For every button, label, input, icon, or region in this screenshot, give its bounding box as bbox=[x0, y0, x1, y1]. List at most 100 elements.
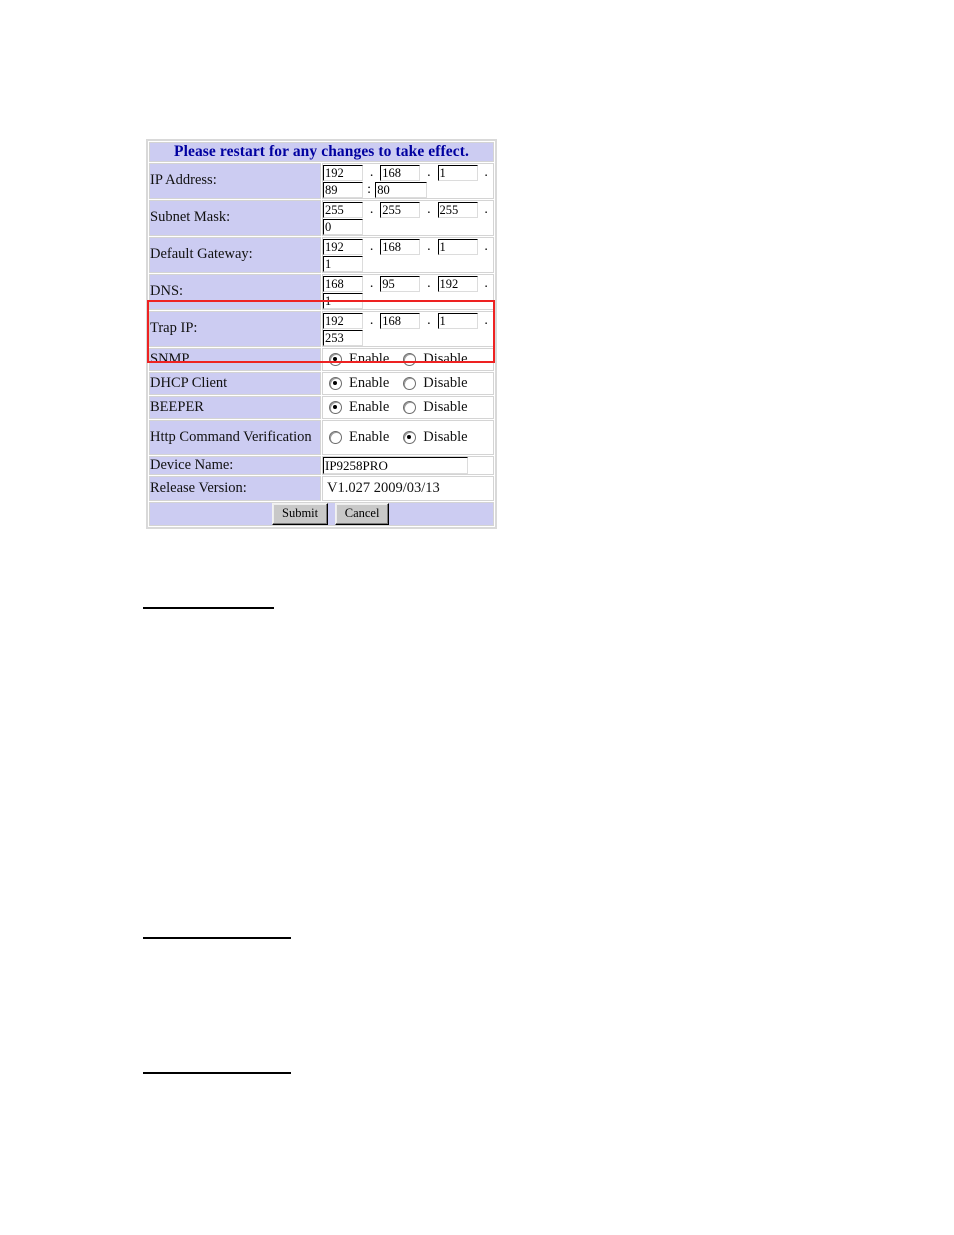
dhcp-client-enable-label: Enable bbox=[349, 375, 390, 391]
value-trap-ip: . . . bbox=[322, 311, 494, 347]
submit-button[interactable]: Submit bbox=[272, 503, 329, 526]
value-dhcp-client: Enable Disable bbox=[322, 372, 494, 395]
label-http-command-verification: Http Command Verification bbox=[149, 420, 321, 455]
default-gateway-octet-4[interactable] bbox=[323, 255, 363, 272]
label-dns: DNS: bbox=[149, 274, 321, 310]
dhcp-client-enable-radio-icon[interactable] bbox=[329, 377, 342, 390]
dhcp-client-enable-option[interactable]: Enable bbox=[329, 375, 389, 392]
value-device-name bbox=[322, 456, 494, 476]
trap-separator-2: . bbox=[427, 312, 431, 328]
gateway-separator-2: . bbox=[427, 238, 431, 254]
table-row-device-name: Device Name: bbox=[149, 456, 494, 476]
table-row-beeper: BEEPER Enable Disable bbox=[149, 396, 494, 419]
default-gateway-octet-2[interactable] bbox=[380, 238, 421, 255]
horizontal-rule-2 bbox=[143, 937, 291, 939]
beeper-disable-option[interactable]: Disable bbox=[403, 399, 468, 416]
dns-octet-2[interactable] bbox=[380, 275, 421, 292]
ip-address-octet-4[interactable] bbox=[323, 181, 363, 198]
subnet-mask-octet-2[interactable] bbox=[380, 201, 421, 218]
subnet-mask-octet-1[interactable] bbox=[323, 201, 363, 218]
table-row-trap-ip: Trap IP: . . . bbox=[149, 311, 494, 347]
value-snmp: Enable Disable bbox=[322, 348, 494, 371]
trap-ip-octet-2[interactable] bbox=[380, 312, 421, 329]
table-row-dns: DNS: . . . bbox=[149, 274, 494, 310]
beeper-disable-label: Disable bbox=[423, 399, 468, 415]
restart-notice-cell: Please restart for any changes to take e… bbox=[149, 142, 494, 162]
value-subnet-mask: . . . bbox=[322, 200, 494, 236]
action-buttons-wrapper: Submit Cancel bbox=[150, 503, 493, 526]
dns-octet-1[interactable] bbox=[323, 275, 363, 292]
ip-separator-2: . bbox=[427, 164, 431, 180]
ip-address-octet-1[interactable] bbox=[323, 164, 363, 181]
http-command-verification-enable-radio-icon[interactable] bbox=[329, 431, 342, 444]
cancel-button[interactable]: Cancel bbox=[334, 503, 390, 526]
table-row-release-version: Release Version: V1.027 2009/03/13 bbox=[149, 476, 494, 502]
default-gateway-octet-1[interactable] bbox=[323, 238, 363, 255]
subnet-separator-2: . bbox=[427, 201, 431, 217]
trap-ip-octet-1[interactable] bbox=[323, 312, 363, 329]
dns-separator-1: . bbox=[369, 275, 374, 291]
table-row-dhcp-client: DHCP Client Enable Disable bbox=[149, 372, 494, 395]
trap-ip-octet-3[interactable] bbox=[437, 312, 478, 329]
beeper-enable-label: Enable bbox=[349, 399, 390, 415]
snmp-disable-option[interactable]: Disable bbox=[403, 351, 468, 368]
table-row-http-command-verification: Http Command Verification Enable Disable bbox=[149, 420, 494, 455]
ip-address-port[interactable] bbox=[375, 181, 428, 198]
dhcp-client-radio-group: Enable Disable bbox=[323, 373, 493, 394]
snmp-enable-radio-icon[interactable] bbox=[329, 353, 342, 366]
label-release-version: Release Version: bbox=[149, 476, 321, 502]
trap-separator-1: . bbox=[369, 312, 374, 328]
table-row-snmp: SNMP Enable Disable bbox=[149, 348, 494, 371]
release-version-text: V1.027 2009/03/13 bbox=[327, 480, 440, 497]
dns-separator-3: . bbox=[484, 275, 488, 291]
label-trap-ip: Trap IP: bbox=[149, 311, 321, 347]
http-command-verification-radio-group: Enable Disable bbox=[323, 427, 493, 448]
snmp-radio-group: Enable Disable bbox=[323, 349, 493, 370]
value-release-version: V1.027 2009/03/13 bbox=[322, 476, 494, 502]
default-gateway-octet-3[interactable] bbox=[437, 238, 478, 255]
beeper-disable-radio-icon[interactable] bbox=[403, 401, 417, 414]
trap-separator-3: . bbox=[484, 312, 488, 328]
value-dns: . . . bbox=[322, 274, 494, 310]
gateway-separator-3: . bbox=[484, 238, 488, 254]
http-command-verification-enable-label: Enable bbox=[349, 429, 390, 445]
network-settings-panel: Please restart for any changes to take e… bbox=[146, 139, 497, 530]
label-dhcp-client: DHCP Client bbox=[149, 372, 321, 395]
dns-octet-4[interactable] bbox=[323, 292, 363, 309]
snmp-enable-option[interactable]: Enable bbox=[329, 351, 389, 368]
dhcp-client-disable-radio-icon[interactable] bbox=[403, 377, 417, 390]
table-row-ip-address: IP Address: . . . : bbox=[149, 163, 494, 199]
network-settings-table: Please restart for any changes to take e… bbox=[148, 141, 495, 528]
subnet-mask-octet-4[interactable] bbox=[323, 218, 363, 235]
http-command-verification-disable-option[interactable]: Disable bbox=[403, 429, 468, 446]
ip-separator-1: . bbox=[369, 164, 374, 180]
value-default-gateway: . . . bbox=[322, 237, 494, 273]
label-subnet-mask: Subnet Mask: bbox=[149, 200, 321, 236]
ip-address-octet-2[interactable] bbox=[380, 164, 421, 181]
horizontal-rule-3 bbox=[143, 1072, 291, 1074]
subnet-separator-1: . bbox=[369, 201, 374, 217]
beeper-enable-radio-icon[interactable] bbox=[329, 401, 342, 414]
dhcp-client-disable-option[interactable]: Disable bbox=[403, 375, 468, 392]
beeper-enable-option[interactable]: Enable bbox=[329, 399, 389, 416]
http-command-verification-disable-radio-icon[interactable] bbox=[403, 431, 417, 444]
value-ip-address: . . . : bbox=[322, 163, 494, 199]
label-snmp: SNMP bbox=[149, 348, 321, 371]
trap-ip-octet-4[interactable] bbox=[323, 329, 363, 346]
subnet-mask-octet-3[interactable] bbox=[437, 201, 478, 218]
value-http-command-verification: Enable Disable bbox=[322, 420, 494, 455]
dns-octet-3[interactable] bbox=[437, 275, 478, 292]
horizontal-rule-1 bbox=[143, 607, 274, 609]
http-command-verification-enable-option[interactable]: Enable bbox=[329, 429, 389, 446]
subnet-separator-3: . bbox=[484, 201, 488, 217]
label-default-gateway: Default Gateway: bbox=[149, 237, 321, 273]
label-ip-address: IP Address: bbox=[149, 163, 321, 199]
ip-address-octet-3[interactable] bbox=[437, 164, 478, 181]
table-row-actions: Submit Cancel bbox=[149, 502, 494, 527]
snmp-disable-radio-icon[interactable] bbox=[403, 353, 417, 366]
ip-port-separator: : bbox=[367, 181, 372, 197]
label-device-name: Device Name: bbox=[149, 456, 321, 476]
device-name-input[interactable] bbox=[323, 457, 468, 475]
dhcp-client-disable-label: Disable bbox=[423, 375, 468, 391]
ip-separator-3: . bbox=[484, 164, 488, 180]
